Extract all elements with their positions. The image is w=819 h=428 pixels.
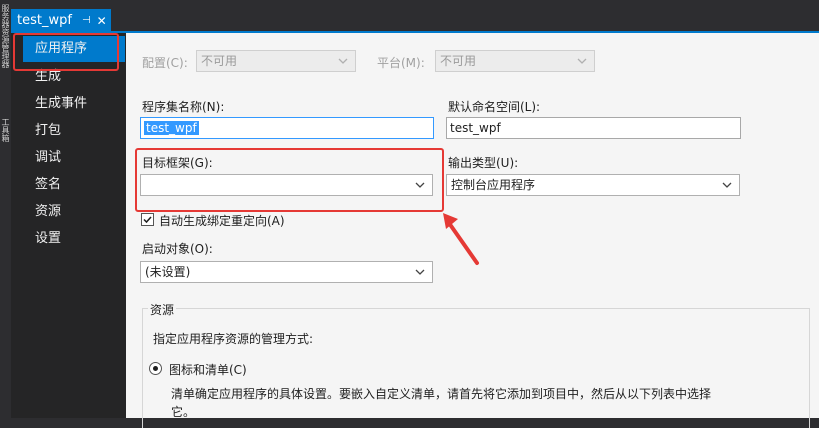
output-type-label: 输出类型(U): <box>448 156 519 170</box>
startup-object-value: (未设置) <box>145 265 191 279</box>
checkmark-icon <box>143 216 152 224</box>
close-icon[interactable]: ✕ <box>97 14 107 28</box>
resources-description: 指定应用程序资源的管理方式: <box>153 332 314 346</box>
startup-object-select[interactable]: (未设置) <box>140 261 433 283</box>
sidebar-item-build-events[interactable]: 生成事件 <box>11 91 126 117</box>
sidebar-item-label: 资源 <box>35 204 62 219</box>
sidebar-item-label: 生成 <box>35 69 62 84</box>
icon-manifest-radio[interactable] <box>149 362 162 375</box>
sidebar-item-signing[interactable]: 签名 <box>11 172 126 198</box>
auto-binding-redirect-checkbox[interactable] <box>141 213 154 226</box>
toolbox-strip: 服务器资源管理器 工具箱 <box>0 0 10 418</box>
chevron-down-icon <box>722 182 732 188</box>
annotation-box-sidebar <box>13 33 119 71</box>
default-namespace-input[interactable]: test_wpf <box>446 117 741 139</box>
platform-select-value: 不可用 <box>440 54 477 68</box>
sidebar-item-label: 生成事件 <box>35 96 88 111</box>
auto-binding-redirect-label[interactable]: 自动生成绑定重定向(A) <box>159 212 285 229</box>
sidebar-item-debug[interactable]: 调试 <box>11 145 126 171</box>
sidebar-item-resources[interactable]: 资源 <box>11 199 126 225</box>
platform-select[interactable]: 不可用 <box>435 50 595 72</box>
assembly-name-label: 程序集名称(N): <box>142 100 225 114</box>
sidebar-item-package[interactable]: 打包 <box>11 118 126 144</box>
assembly-name-input[interactable]: test_wpf <box>140 117 434 139</box>
pin-icon[interactable]: ⊣ <box>82 15 91 26</box>
output-type-select[interactable]: 控制台应用程序 <box>446 174 740 196</box>
startup-object-label: 启动对象(O): <box>142 242 213 256</box>
default-namespace-label: 默认命名空间(L): <box>448 100 541 114</box>
output-type-value: 控制台应用程序 <box>451 178 536 192</box>
resources-group-title: 资源 <box>148 301 177 318</box>
server-explorer-tab[interactable]: 服务器资源管理器 <box>0 4 10 68</box>
icon-manifest-label[interactable]: 图标和清单(C) <box>169 361 247 378</box>
platform-label: 平台(M): <box>377 56 425 70</box>
sidebar-item-label: 打包 <box>35 123 62 138</box>
sidebar-item-settings[interactable]: 设置 <box>11 226 126 252</box>
chevron-down-icon <box>415 269 425 275</box>
annotation-box-target-framework <box>135 148 444 212</box>
sidebar-item-label: 调试 <box>35 150 62 165</box>
config-select-value: 不可用 <box>201 54 238 68</box>
manifest-help-line-1: 清单确定应用程序的具体设置。要嵌入自定义清单，请首先将它添加到项目中，然后从以下… <box>171 387 712 401</box>
manifest-help-line-2: 它。 <box>171 405 196 419</box>
chevron-down-icon <box>338 58 348 64</box>
annotation-arrow-icon <box>443 213 479 265</box>
property-sidebar: 应用程序 生成 生成事件 打包 调试 签名 资源 设置 <box>11 33 126 418</box>
document-tab[interactable]: test_wpf ⊣ ✕ <box>11 9 111 32</box>
sidebar-item-label: 签名 <box>35 177 62 192</box>
chevron-down-icon <box>577 58 587 64</box>
tab-title: test_wpf <box>17 13 72 28</box>
config-label: 配置(C): <box>142 56 188 70</box>
toolbox-tab[interactable]: 工具箱 <box>0 118 10 142</box>
default-namespace-value: test_wpf <box>450 121 501 135</box>
assembly-name-value: test_wpf <box>144 121 199 135</box>
config-select[interactable]: 不可用 <box>196 50 356 72</box>
sidebar-item-label: 设置 <box>35 231 62 246</box>
